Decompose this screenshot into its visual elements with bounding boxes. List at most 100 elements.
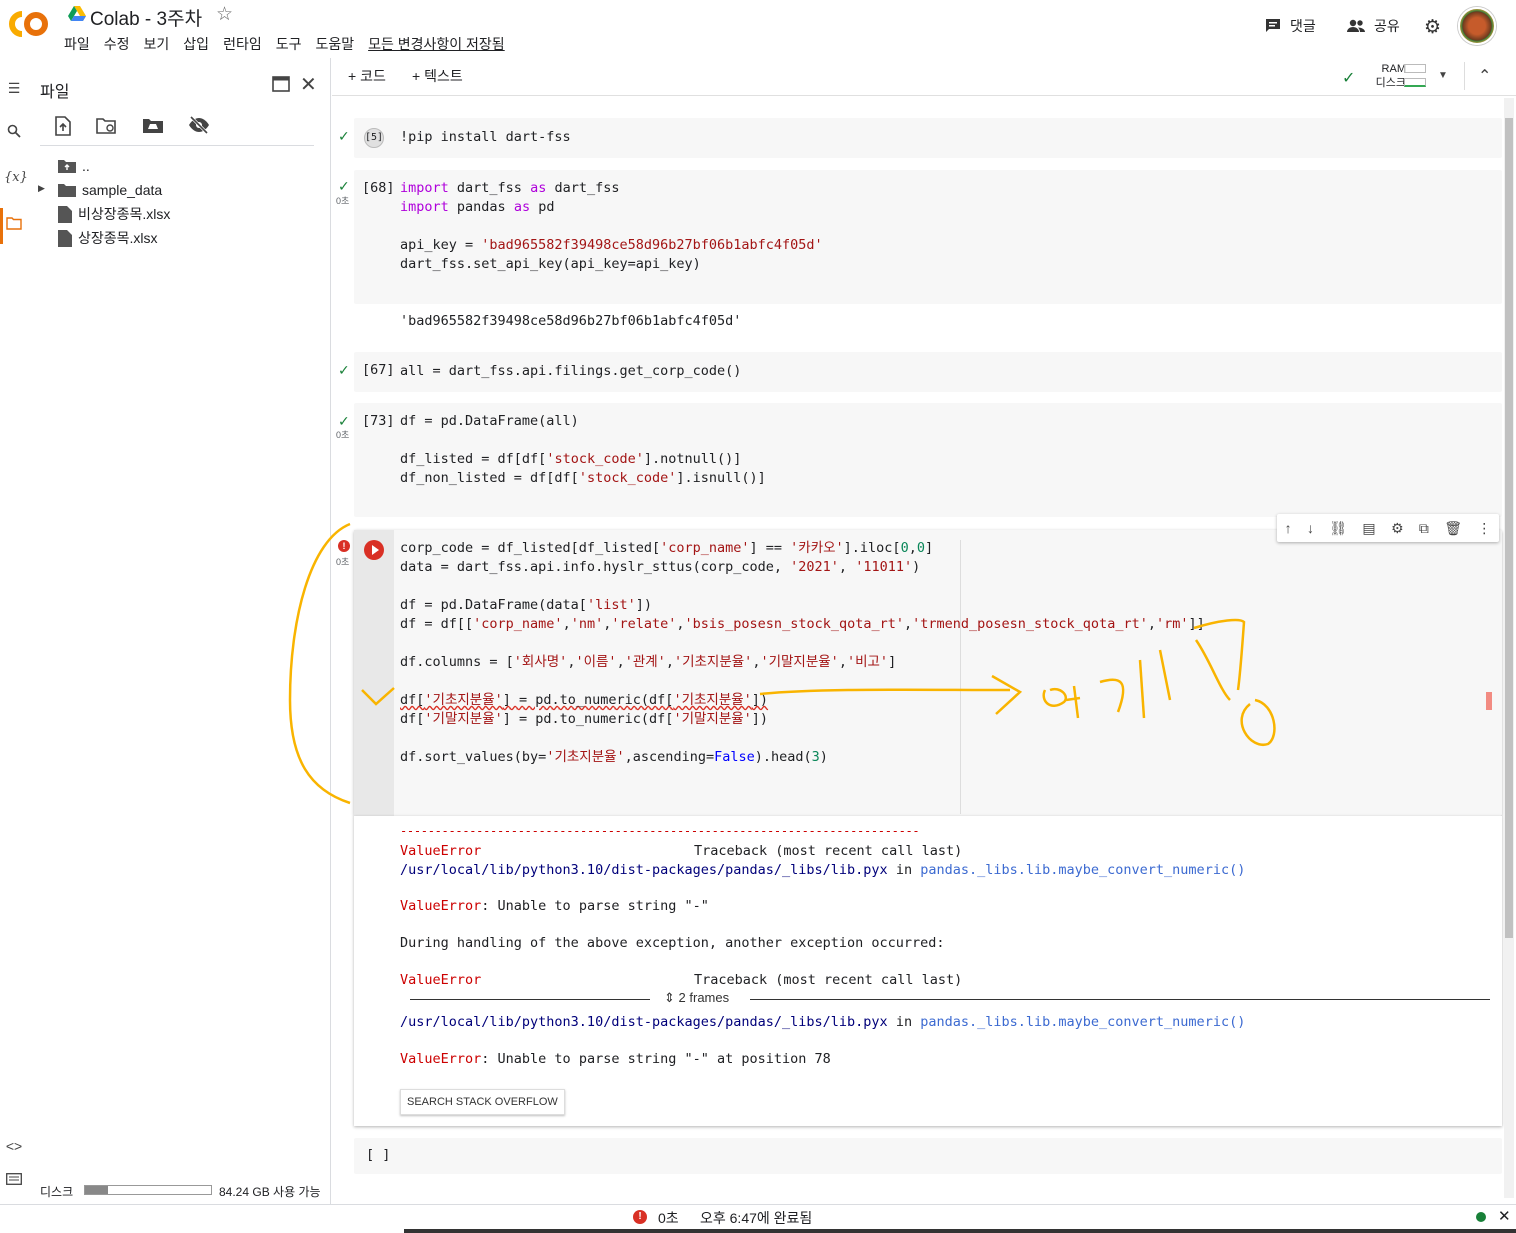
menu-edit[interactable]: 수정 — [104, 34, 130, 54]
tree-item-parent[interactable]: .. — [58, 154, 170, 178]
sidebar-title: 파일 — [40, 84, 70, 101]
tree-item-file[interactable]: 비상장종목.xlsx — [58, 202, 170, 226]
saved-status[interactable]: 모든 변경사항이 저장됨 — [368, 34, 505, 54]
add-code-button[interactable]: + 코드 — [348, 66, 386, 86]
user-avatar[interactable] — [1458, 7, 1496, 45]
mount-drive-icon[interactable] — [142, 116, 164, 141]
notebook-title[interactable]: Colab - 3주차 — [90, 4, 202, 31]
code-line[interactable]: !pip install dart-fss — [400, 128, 571, 147]
error-output: ----------------------------------------… — [354, 816, 1502, 1126]
file-tree: .. ▶ sample_data 비상장종목.xlsx 상장종목.xlsx — [38, 154, 170, 250]
comment-label: 댓글 — [1290, 18, 1316, 34]
code-editor[interactable]: import dart_fss as dart_fss import panda… — [400, 179, 823, 274]
empty-code-cell[interactable]: [ ] — [354, 1138, 1502, 1174]
upload-file-icon[interactable] — [54, 116, 72, 141]
menu-runtime[interactable]: 런타임 — [223, 34, 262, 54]
frames-divider-right — [750, 999, 1490, 1000]
menu-tools[interactable]: 도구 — [276, 34, 302, 54]
run-success-check-icon: ✓ — [338, 128, 350, 144]
header: Colab - 3주차 ☆ 파일 수정 보기 삽입 런타임 도구 도움말 모든 … — [0, 0, 1516, 58]
scrollbar[interactable] — [1504, 98, 1514, 1198]
share-button[interactable]: 공유 — [1346, 16, 1400, 36]
error-dashes: ----------------------------------------… — [400, 824, 920, 838]
disk-usage-bar — [84, 1185, 212, 1195]
move-up-arrow-icon[interactable]: ↑ — [1285, 520, 1292, 536]
mirror-cell-icon[interactable]: ⧉ — [1419, 520, 1429, 537]
func-link[interactable]: pandas._libs.lib.maybe_convert_numeric() — [920, 862, 1245, 878]
search-stack-overflow-button[interactable]: SEARCH STACK OVERFLOW — [400, 1089, 565, 1115]
colab-logo[interactable] — [6, 8, 50, 40]
tree-item-label: 상장종목.xlsx — [78, 230, 158, 246]
open-in-tab-icon[interactable] — [272, 76, 290, 97]
error-icon: ! — [633, 1210, 647, 1224]
tree-item-sample-data[interactable]: ▶ sample_data — [38, 178, 170, 202]
search-icon[interactable] — [4, 124, 24, 144]
code-cell-2[interactable]: [68] import dart_fss as dart_fss import … — [354, 170, 1502, 304]
menu-help[interactable]: 도움말 — [315, 34, 354, 54]
ram-label: RAM — [1381, 63, 1406, 75]
close-icon[interactable]: ✕ — [1498, 1207, 1511, 1225]
exec-count-badge[interactable]: [5] — [364, 128, 384, 148]
menu-insert[interactable]: 삽입 — [183, 34, 209, 54]
refresh-folder-icon[interactable] — [96, 116, 118, 141]
variables-icon[interactable]: {x} — [4, 170, 28, 190]
func-link[interactable]: pandas._libs.lib.maybe_convert_numeric() — [920, 1014, 1245, 1030]
code-editor[interactable]: corp_code = df_listed[df_listed['corp_na… — [400, 539, 1205, 767]
taskbar-edge — [404, 1229, 1516, 1233]
settings-gear-icon[interactable]: ⚙ — [1424, 16, 1441, 39]
add-text-button[interactable]: + 텍스트 — [412, 66, 463, 86]
run-cell-button[interactable] — [364, 540, 384, 560]
cell-output: 'bad965582f39498ce58d96b27bf06b1abfc4f05… — [400, 313, 742, 329]
code-cell-5-active[interactable]: corp_code = df_listed[df_listed['corp_na… — [354, 530, 1502, 816]
terminal-icon[interactable] — [4, 1172, 24, 1192]
dropdown-arrow-icon[interactable]: ▼ — [1438, 70, 1448, 81]
scrollbar-thumb[interactable] — [1505, 118, 1513, 938]
comment-icon[interactable]: ▤ — [1362, 520, 1375, 537]
disk-usage-fill — [85, 1186, 108, 1194]
drive-icon[interactable] — [68, 6, 86, 22]
tree-item-file[interactable]: 상장종목.xlsx — [58, 226, 170, 250]
error-marker — [1486, 692, 1492, 710]
code-cell-3[interactable]: [67] all = dart_fss.api.filings.get_corp… — [354, 352, 1502, 392]
expand-arrow-icon[interactable]: ▶ — [38, 183, 45, 194]
share-label: 공유 — [1374, 18, 1400, 34]
exec-count: [73] — [362, 413, 395, 429]
code-cell-4[interactable]: [73] df = pd.DataFrame(all) df_listed = … — [354, 403, 1502, 517]
comment-button[interactable]: 댓글 — [1264, 16, 1316, 36]
code-snippets-icon[interactable]: <> — [4, 1138, 24, 1158]
folder-icon[interactable] — [4, 216, 24, 236]
in-word: in — [895, 862, 913, 878]
star-icon[interactable]: ☆ — [216, 3, 233, 26]
file-path: /usr/local/lib/python3.10/dist-packages/… — [400, 1014, 888, 1030]
delete-trash-icon[interactable]: 🗑 — [1444, 520, 1462, 537]
run-success-check-icon: ✓ — [338, 362, 350, 378]
code-cell-1[interactable]: [5] !pip install dart-fss — [354, 118, 1502, 158]
folder-icon — [58, 184, 76, 197]
move-down-arrow-icon[interactable]: ↓ — [1307, 520, 1314, 536]
error-text: : Unable to parse string "-" at position… — [481, 1051, 831, 1067]
expand-frames-button[interactable]: ⇕ 2 frames — [664, 990, 729, 1006]
error-message: ValueError: Unable to parse string "-" — [400, 897, 709, 916]
collapse-chevron-up-icon[interactable]: ⌃ — [1478, 66, 1491, 86]
code-editor[interactable]: df = pd.DataFrame(all) df_listed = df[df… — [400, 412, 766, 488]
error-message: ValueError: Unable to parse string "-" a… — [400, 1050, 831, 1069]
menu-file[interactable]: 파일 — [64, 34, 90, 54]
settings-gear-icon[interactable]: ⚙ — [1391, 520, 1404, 537]
people-icon — [1347, 19, 1365, 32]
disk-free-text: 84.24 GB 사용 가능 — [219, 1185, 321, 1199]
resources-indicator[interactable]: RAM 디스크 — [1368, 62, 1406, 90]
frames-divider-left — [410, 999, 650, 1000]
traceback-line: /usr/local/lib/python3.10/dist-packages/… — [400, 1013, 1245, 1032]
menu-view[interactable]: 보기 — [144, 34, 170, 54]
code-line[interactable]: all = dart_fss.api.filings.get_corp_code… — [400, 362, 741, 381]
traceback-line: /usr/local/lib/python3.10/dist-packages/… — [400, 861, 1245, 880]
link-icon[interactable]: ⛓ — [1329, 520, 1347, 537]
file-icon — [58, 205, 72, 223]
error-icon: ! — [338, 540, 350, 552]
close-icon[interactable]: ✕ — [300, 72, 317, 97]
hide-files-eye-icon[interactable] — [188, 115, 210, 139]
toc-list-icon[interactable]: ☰ — [4, 80, 24, 100]
more-vert-icon[interactable]: ⋮ — [1477, 520, 1491, 537]
error-type: ValueError — [400, 1051, 482, 1067]
error-type: ValueError — [400, 843, 482, 859]
